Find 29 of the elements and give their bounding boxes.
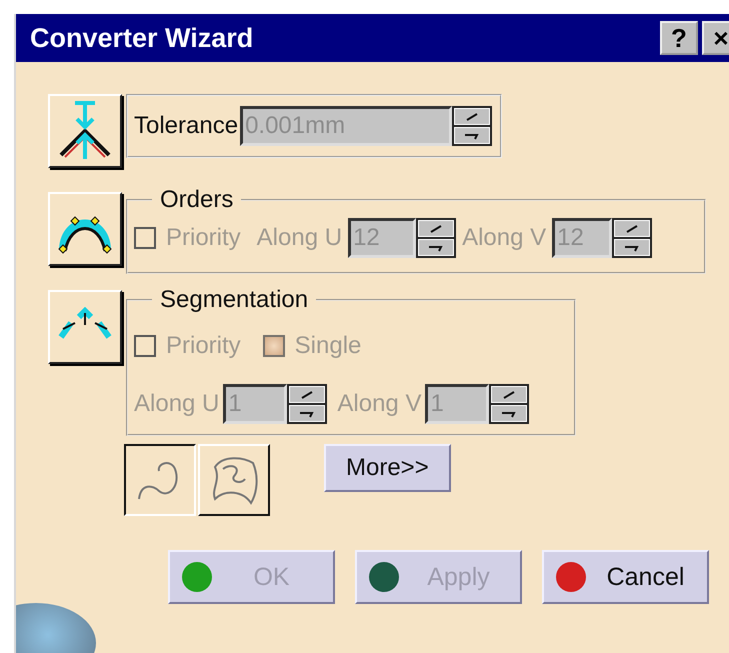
help-button[interactable]: ? [660,21,698,55]
spin-up-button[interactable] [289,386,326,403]
checkbox-label: Single [294,332,362,360]
spin-down-button[interactable] [491,405,528,422]
spin-up-button[interactable] [418,220,454,237]
along-u-label: Along U [134,390,220,418]
along-v-label: Along V [462,224,546,252]
mode-button[interactable] [124,444,196,516]
along-v-label: Along V [337,390,422,418]
checkbox-label: Priority [166,332,241,360]
spin-down-button[interactable] [454,127,490,144]
close-button[interactable]: × [702,21,729,55]
orders-icon[interactable] [48,192,122,266]
segmentation-icon[interactable] [48,290,122,364]
spin-down-button[interactable] [418,239,454,256]
spin-up-button[interactable] [454,108,490,125]
tolerance-icon[interactable] [48,94,122,168]
action-button[interactable]: Cancel [542,550,709,604]
spin-down-button[interactable] [614,239,650,256]
group-title: Orders [159,186,234,214]
window-title: Converter Wizard [30,22,254,54]
checkbox-label: Priority [166,224,241,252]
spin-down-button[interactable] [289,405,326,422]
spin-up-button[interactable] [614,220,650,237]
group-title: Segmentation [159,286,310,314]
spin-up-button[interactable] [491,386,528,403]
tolerance-label: Tolerance [134,112,238,140]
along-u-label: Along U [256,224,342,252]
more-button[interactable]: More>> [324,444,451,492]
